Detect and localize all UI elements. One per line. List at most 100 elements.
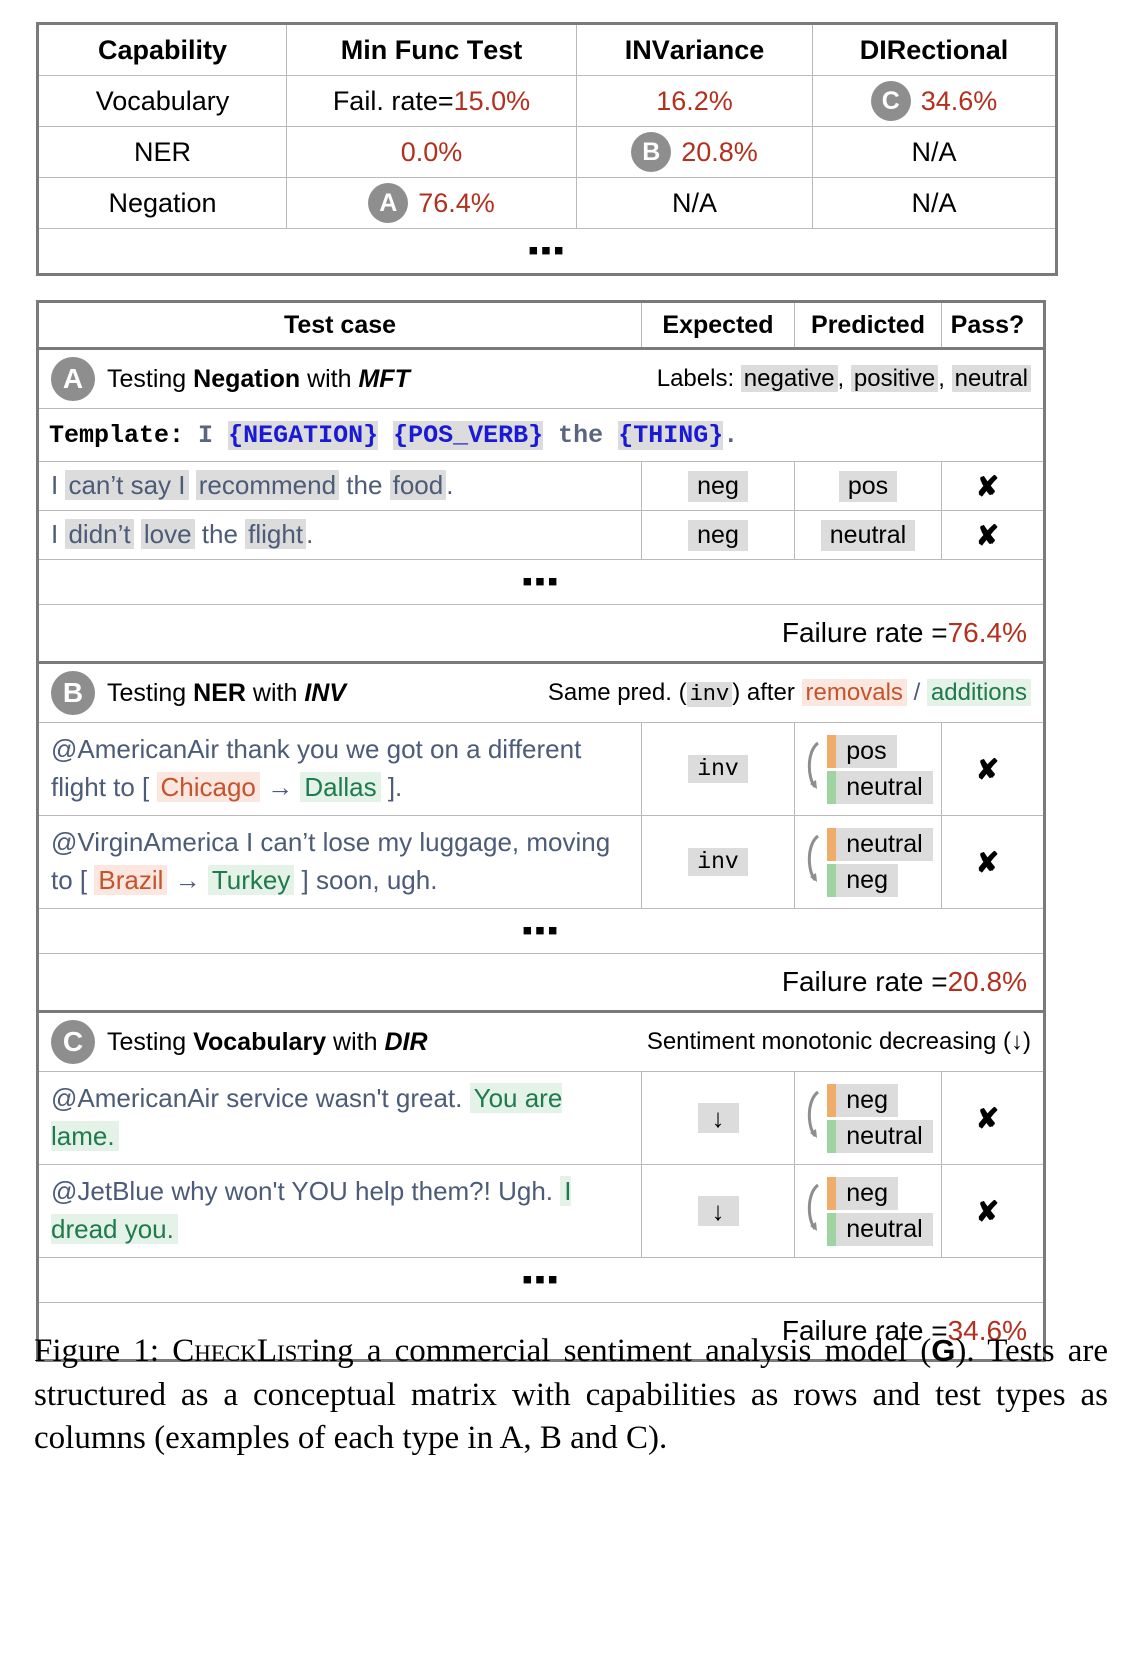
expected-value: neg [642,462,795,510]
section-c-note: Sentiment monotonic decreasing (↓) [647,1028,1031,1056]
test-case-text: I can’t say I recommend the food. [39,462,642,510]
template-row: Template: I {NEGATION} {POS_VERB} the {T… [39,409,1043,462]
test-case-text: @VirginAmerica I can’t lose my luggage, … [39,816,642,908]
matrix-row-negation: Negation A 76.4% N/A N/A [39,178,1055,229]
fail-rate-prefix: Fail. rate= [333,86,454,117]
change-arrow-icon [803,830,825,894]
google-model-mark: G [931,1333,955,1368]
badge-c-icon: C [871,81,911,121]
test-case-text: I didn’t love the flight. [39,511,642,559]
predicted-value: neutral [795,511,942,559]
test-case-text: @JetBlue why won't YOU help them?! Ugh. … [39,1165,642,1257]
section-a-header: A Testing Negation with MFT Labels: nega… [39,350,1043,409]
badge-a-icon: A [368,183,408,223]
matrix-cell-negation-inv: N/A [577,178,813,228]
pass-status: ✘ [942,1165,1033,1257]
matrix-cell-negation-dir: N/A [813,178,1055,228]
predicted-after: neg [827,864,932,897]
matrix-cell-vocabulary-dir: C 34.6% [813,76,1055,126]
down-arrow-icon: ↓ [698,1103,739,1133]
table-row: @JetBlue why won't YOU help them?! Ugh. … [39,1165,1043,1258]
expected-value: neg [642,511,795,559]
matrix-row-vocabulary: Vocabulary Fail. rate=15.0% 16.2% C 34.6… [39,76,1055,127]
predicted-before: neutral [827,828,932,861]
change-arrow-icon [803,737,825,801]
predicted-value: neg neutral [795,1072,942,1164]
failure-rate-row: Failure rate = 76.4% [39,605,1043,664]
predicted-value: pos [795,462,942,510]
detail-header-test-case: Test case [39,303,642,347]
matrix-cell-negation-mft-value: 76.4% [418,188,495,219]
matrix-cell-ner-dir: N/A [813,127,1055,177]
matrix-header-mft: Min Func Test [287,25,577,75]
table-row: I didn’t love the flight. neg neutral ✘ [39,511,1043,560]
template-expression: I {NEGATION} {POS_VERB} the {THING}. [198,421,738,450]
figure-page: Capability Min Func Test INVariance DIRe… [0,0,1142,1676]
matrix-cell-ner-mft: 0.0% [287,127,577,177]
ellipsis: ▪▪▪ [39,1258,1043,1303]
matrix-header-row: Capability Min Func Test INVariance DIRe… [39,25,1055,76]
matrix-header-capability: Capability [39,25,287,75]
section-b-header: B Testing NER with INV Same pred. (inv) … [39,664,1043,723]
predicted-before: neg [827,1177,932,1210]
matrix-capability-label: NER [39,127,287,177]
badge-a-icon: A [51,357,95,401]
change-arrow-icon [803,1086,825,1150]
section-a-title: Testing Negation with MFT [107,365,410,394]
pass-status: ✘ [942,462,1033,510]
section-b-note: Same pred. (inv) after removals / additi… [548,679,1031,707]
test-case-text: @AmericanAir thank you we got on a diffe… [39,723,642,815]
template-label: Template: [49,421,184,450]
matrix-header-inv: INVariance [577,25,813,75]
matrix-cell-ner-inv: B 20.8% [577,127,813,177]
detail-header-pass: Pass? [942,303,1033,347]
expected-value: inv [642,723,795,815]
section-b-title: Testing NER with INV [107,679,346,708]
down-arrow-icon: ↓ [698,1196,739,1226]
failure-rate-row: Failure rate = 20.8% [39,954,1043,1013]
table-row: @VirginAmerica I can’t lose my luggage, … [39,816,1043,909]
failure-rate-label: Failure rate = [782,966,948,998]
ellipsis: ▪▪▪ [39,229,1055,273]
ellipsis: ▪▪▪ [39,909,1043,954]
capability-test-matrix: Capability Min Func Test INVariance DIRe… [36,22,1058,276]
predicted-before: pos [827,735,932,768]
section-c-title: Testing Vocabulary with DIR [107,1028,428,1057]
predicted-value: pos neutral [795,723,942,815]
predicted-value: neutral neg [795,816,942,908]
pass-status: ✘ [942,1072,1033,1164]
table-row: @AmericanAir thank you we got on a diffe… [39,723,1043,816]
expected-value: inv [642,816,795,908]
badge-b-icon: B [631,132,671,172]
figure-caption: Figure 1: CheckListing a commercial sent… [34,1330,1108,1461]
matrix-cell-vocabulary-mft: Fail. rate=15.0% [287,76,577,126]
test-case-table: Test case Expected Predicted Pass? A Tes… [36,300,1046,1362]
pass-status: ✘ [942,511,1033,559]
predicted-after: neutral [827,1213,932,1246]
detail-header-row: Test case Expected Predicted Pass? [39,303,1043,350]
matrix-capability-label: Vocabulary [39,76,287,126]
table-row: @AmericanAir service wasn't great. You a… [39,1072,1043,1165]
matrix-cell-vocabulary-inv: 16.2% [577,76,813,126]
predicted-value: neg neutral [795,1165,942,1257]
pass-status: ✘ [942,816,1033,908]
matrix-row-ner: NER 0.0% B 20.8% N/A [39,127,1055,178]
predicted-after: neutral [827,1120,932,1153]
matrix-ellipsis-row: ▪▪▪ [39,229,1055,273]
pass-status: ✘ [942,723,1033,815]
matrix-header-dir: DIRectional [813,25,1055,75]
fail-rate-value: 15.0% [454,86,531,117]
matrix-cell-negation-mft: A 76.4% [287,178,577,228]
caption-figure-number: Figure 1: [34,1333,172,1369]
change-arrow-icon [803,1179,825,1243]
badge-c-icon: C [51,1020,95,1064]
predicted-after: neutral [827,771,932,804]
detail-header-predicted: Predicted [795,303,942,347]
detail-header-expected: Expected [642,303,795,347]
test-case-text: @AmericanAir service wasn't great. You a… [39,1072,642,1164]
matrix-capability-label: Negation [39,178,287,228]
failure-rate-value: 20.8% [948,966,1027,998]
caption-tool-name: CheckList [172,1333,311,1369]
ellipsis: ▪▪▪ [39,560,1043,605]
predicted-before: neg [827,1084,932,1117]
